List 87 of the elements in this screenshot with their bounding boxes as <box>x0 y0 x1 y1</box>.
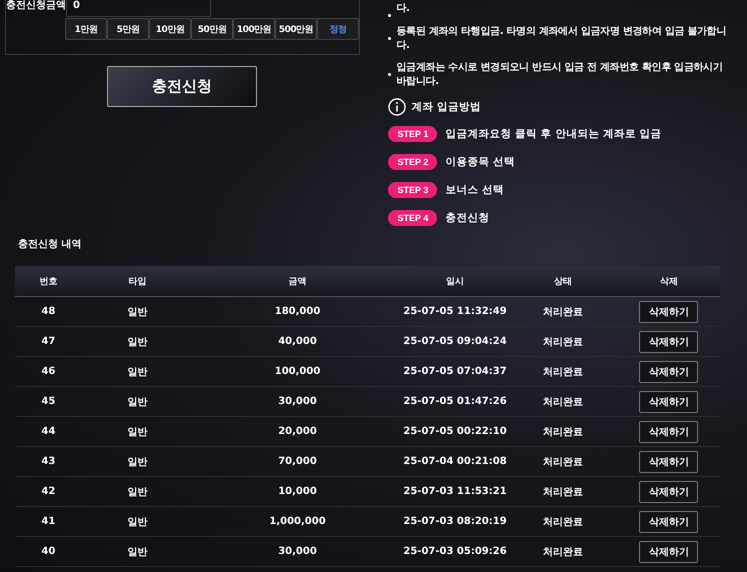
table-cell: 47 <box>41 336 56 347</box>
amount-button[interactable]: 5만원 <box>107 18 149 40</box>
table-cell: 1,000,000 <box>269 516 326 527</box>
delete-button[interactable]: 삭제하기 <box>639 330 698 352</box>
table-cell: 일반 <box>128 306 148 318</box>
table-cell: 25-07-03 05:09:26 <box>403 546 507 557</box>
table-cell: 25-07-05 01:47:26 <box>403 396 507 407</box>
step-badge: STEP 2 <box>388 154 438 170</box>
table-cell: 180,000 <box>274 306 320 317</box>
table-cell: 25-07-05 11:32:49 <box>403 306 507 317</box>
notice-text: 등록된 계좌의 타행입금. 타명의 계좌에서 입금자명 변경하여 입금 불가합니다. <box>396 25 726 53</box>
delete-button[interactable]: 삭제하기 <box>639 510 698 532</box>
table-cell: 처리완료 <box>543 306 584 318</box>
delete-button[interactable]: 삭제하기 <box>639 300 698 322</box>
submit-button[interactable]: 충전신청 <box>107 66 257 107</box>
table-cell: 25-07-05 09:04:24 <box>403 336 507 347</box>
amount-label: 충전신청금액 <box>6 0 66 13</box>
table-cell: 처리완료 <box>543 486 584 498</box>
table-cell: 일반 <box>128 546 148 558</box>
table-cell: 처리완료 <box>543 336 584 348</box>
delete-button[interactable]: 삭제하기 <box>639 390 698 412</box>
column-header: 금액 <box>288 276 307 286</box>
reset-button[interactable]: 정정 <box>317 18 359 40</box>
delete-button[interactable]: 삭제하기 <box>639 450 698 472</box>
table-cell: 70,000 <box>278 456 317 467</box>
table-cell: 46 <box>41 366 56 377</box>
table-cell: 일반 <box>128 396 148 408</box>
table-cell: 30,000 <box>278 396 317 407</box>
table-cell: 48 <box>41 306 56 317</box>
step-text: 이용종목 선택 <box>445 155 515 169</box>
delete-button[interactable]: 삭제하기 <box>639 480 698 502</box>
table-cell: 처리완료 <box>543 456 584 468</box>
table-cell: 40 <box>41 546 56 557</box>
table-cell: 30,000 <box>278 546 317 557</box>
table-cell: 25-07-03 08:20:19 <box>403 516 507 527</box>
delete-button[interactable]: 삭제하기 <box>639 540 698 562</box>
column-header: 타입 <box>128 276 147 286</box>
step-text: 입금계좌요청 클릭 후 안내되는 계좌로 입금 <box>445 127 662 141</box>
table-cell: 일반 <box>128 366 148 378</box>
column-header: 번호 <box>39 276 58 286</box>
table-cell: 25-07-05 07:04:37 <box>403 366 507 377</box>
table-cell: 25-07-04 00:21:08 <box>403 456 507 467</box>
table-cell: 일반 <box>128 516 148 528</box>
table-cell: 43 <box>41 456 56 467</box>
table-cell: 41 <box>41 516 56 527</box>
table-cell: 일반 <box>128 456 148 468</box>
table-cell: 처리완료 <box>543 396 584 408</box>
step-badge: STEP 1 <box>388 126 438 142</box>
table-cell: 25-07-03 11:53:21 <box>403 486 507 497</box>
delete-button[interactable]: 삭제하기 <box>639 360 698 382</box>
amount-button[interactable]: 50만원 <box>191 18 233 40</box>
table-cell: 일반 <box>128 486 148 498</box>
table-cell: 일반 <box>128 336 148 348</box>
table-cell: 40,000 <box>278 336 317 347</box>
table-cell: 42 <box>41 486 56 497</box>
amount-button[interactable]: 500만원 <box>275 18 317 40</box>
amount-button[interactable]: 10만원 <box>149 18 191 40</box>
bullet-icon <box>388 73 392 76</box>
table-cell: 100,000 <box>274 366 320 377</box>
column-header: 삭제 <box>660 276 678 286</box>
section-title: 충전신청 내역 <box>18 238 82 252</box>
guide-title: 계좌 입금방법 <box>411 100 482 114</box>
notice-text: 입금계좌는 수시로 변경되오니 반드시 입금 전 계좌번호 확인후 입금하시기 바랍니다. <box>396 61 724 89</box>
step-badge: STEP 3 <box>388 182 438 198</box>
amount-input-field[interactable]: 0 <box>66 0 211 17</box>
table-cell: 44 <box>41 426 56 437</box>
amount-button[interactable]: 1만원 <box>65 18 107 40</box>
table-cell: 처리완료 <box>543 366 584 378</box>
table-cell: 처리완료 <box>543 516 584 528</box>
table-cell: 일반 <box>128 426 148 438</box>
column-header: 일시 <box>446 276 464 286</box>
table-cell: 10,000 <box>278 486 317 497</box>
delete-button[interactable]: 삭제하기 <box>639 420 698 442</box>
column-header: 상태 <box>554 276 572 286</box>
table-cell: 처리완료 <box>543 426 584 438</box>
table-cell: 20,000 <box>278 426 317 437</box>
table-cell: 25-07-05 00:22:10 <box>403 426 507 437</box>
step-text: 충전신청 <box>445 211 490 225</box>
info-icon <box>388 98 406 116</box>
amount-button[interactable]: 100만원 <box>233 18 275 40</box>
table-cell: 처리완료 <box>543 546 584 558</box>
step-text: 보너스 선택 <box>445 183 504 197</box>
step-badge: STEP 4 <box>388 210 438 226</box>
bullet-icon <box>388 14 392 17</box>
bullet-icon <box>388 37 392 40</box>
table-cell: 45 <box>41 396 56 407</box>
notice-text: 다. <box>396 2 411 16</box>
